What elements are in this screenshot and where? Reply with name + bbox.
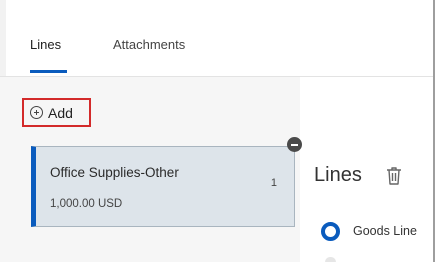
- active-tab-indicator: [30, 70, 67, 73]
- detail-heading: Lines: [314, 164, 362, 186]
- tab-bar: Lines Attachments: [0, 0, 433, 78]
- trash-icon[interactable]: [386, 166, 402, 186]
- plus-circle-icon: [30, 106, 43, 119]
- line-item-card[interactable]: Office Supplies-Other 1 1,000.00 USD: [31, 146, 295, 227]
- line-item-amount: 1,000.00 USD: [50, 198, 123, 210]
- goods-line-radio[interactable]: [321, 222, 340, 241]
- add-button-label: Add: [48, 104, 73, 121]
- goods-line-label: Goods Line: [353, 224, 417, 238]
- next-option-radio[interactable]: [325, 257, 336, 262]
- remove-line-icon[interactable]: [287, 137, 302, 152]
- add-line-button[interactable]: Add: [22, 98, 91, 127]
- tab-attachments[interactable]: Attachments: [113, 37, 185, 52]
- tab-lines[interactable]: Lines: [30, 37, 61, 52]
- line-item-count: 1: [270, 177, 277, 189]
- line-item-title: Office Supplies-Other: [50, 165, 179, 180]
